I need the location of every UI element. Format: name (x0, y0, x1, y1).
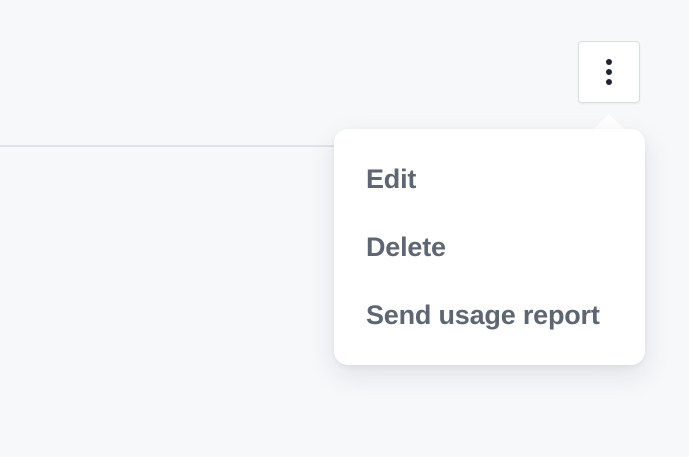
menu-item-send-usage-report[interactable]: Send usage report (366, 298, 600, 332)
menu-caret (593, 114, 625, 130)
header-divider (0, 145, 345, 147)
menu-item-delete[interactable]: Delete (366, 230, 446, 264)
menu-item-edit[interactable]: Edit (366, 162, 416, 196)
dropdown-menu: Edit Delete Send usage report (334, 129, 645, 365)
more-options-button[interactable] (578, 41, 640, 103)
vertical-ellipsis-icon (606, 59, 612, 85)
